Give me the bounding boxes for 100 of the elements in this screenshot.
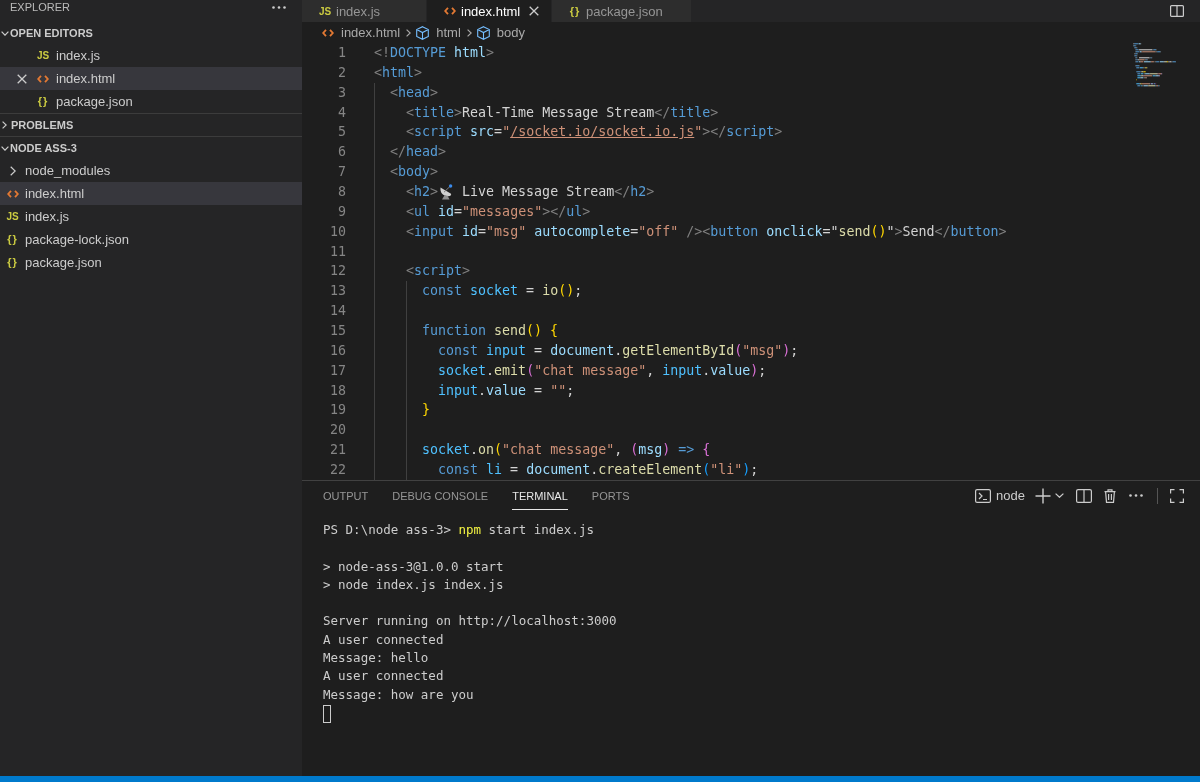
- terminal-line: PS D:\node ass-3> npm start index.js: [323, 521, 595, 539]
- editor-tab[interactable]: {} package.json: [552, 0, 692, 22]
- minimap[interactable]: [1133, 43, 1177, 87]
- line-number: 6: [337, 143, 346, 162]
- code-line: <h2>: [406, 183, 439, 201]
- line-number: 15: [329, 322, 346, 341]
- code-line: <script src="/socket.io/socket.io.js"></script>: [406, 123, 783, 142]
- terminal-line: > node index.js index.js: [323, 575, 505, 594]
- explorer-title: EXPLORER: [10, 1, 70, 13]
- line-number: 11: [329, 242, 346, 261]
- maximize-icon[interactable]: [1170, 488, 1184, 503]
- line-number: 12: [329, 262, 346, 281]
- line-number: 21: [329, 441, 346, 460]
- line-number: 5: [337, 123, 346, 142]
- code-link[interactable]: /socket.io/socket.io.js: [510, 124, 695, 140]
- line-number: 18: [329, 381, 346, 400]
- braces-icon: {}: [7, 234, 18, 245]
- add-icon[interactable]: [1035, 487, 1051, 504]
- line-number: 3: [337, 83, 346, 102]
- js-icon: JS: [36, 50, 50, 61]
- code-line: <title>Real-Time Message Stream</title>: [406, 103, 719, 122]
- line-number: 16: [329, 341, 346, 360]
- code-line: <body>: [390, 163, 439, 182]
- close-icon[interactable]: [529, 6, 540, 16]
- panel-tab[interactable]: OUTPUT: [323, 481, 369, 510]
- chevron-down-icon[interactable]: [1055, 493, 1064, 498]
- terminal-line: Message: how are you: [323, 685, 475, 704]
- terminal-line: A user connected: [323, 630, 445, 649]
- cube-icon: [476, 25, 490, 40]
- terminal-line: > node-ass-3@1.0.0 start: [323, 557, 505, 576]
- line-number: 2: [337, 63, 346, 82]
- file-item[interactable]: node_modules: [0, 159, 302, 182]
- line-number: 14: [329, 302, 346, 321]
- line-number: 1: [337, 44, 346, 62]
- chevron-right-icon: [406, 28, 412, 37]
- code-line: </head>: [390, 143, 447, 162]
- cube-icon: [416, 25, 430, 40]
- editor-tab[interactable]: JS index.js: [302, 0, 427, 22]
- terminal-line: Message: hello: [323, 649, 430, 668]
- close-icon[interactable]: [17, 73, 27, 84]
- braces-icon: {}: [569, 5, 581, 17]
- file-item[interactable]: {} package.json: [0, 90, 302, 113]
- panel-tab[interactable]: PORTS: [591, 481, 630, 510]
- line-number: 20: [329, 421, 346, 440]
- split-icon[interactable]: [1076, 488, 1092, 503]
- js-icon: JS: [6, 211, 19, 222]
- line-number: 9: [337, 202, 346, 221]
- breadcrumb[interactable]: html: [416, 25, 461, 40]
- section-header[interactable]: OPEN EDITORS: [0, 22, 302, 44]
- more-icon[interactable]: [272, 5, 286, 9]
- breadcrumb[interactable]: body: [476, 25, 525, 40]
- trash-icon[interactable]: [1104, 488, 1116, 503]
- line-number: 22: [329, 461, 346, 480]
- braces-icon: {}: [37, 96, 49, 107]
- js-icon: JS: [318, 5, 332, 17]
- code-line: <input id="msg" autocomplete="off" /><button onclick="send()">Send</button>: [406, 222, 1007, 241]
- code-line: socket.on("chat message", (msg) => {: [422, 441, 711, 460]
- file-item[interactable]: {} package-lock.json: [0, 228, 302, 251]
- split-editor-icon[interactable]: [1170, 5, 1184, 17]
- code-line: <html>: [374, 63, 423, 82]
- code-line: <!DOCTYPE html>: [374, 44, 495, 62]
- code-line: }: [422, 401, 431, 420]
- section-header[interactable]: NODE ASS-3: [0, 137, 302, 159]
- braces-icon: {}: [7, 257, 18, 268]
- code-line: socket.emit("chat message", input.value);: [438, 361, 767, 380]
- code-line: <script>: [406, 262, 471, 281]
- line-number: 4: [337, 103, 346, 122]
- line-number: 7: [337, 163, 346, 182]
- file-item[interactable]: {} package.json: [0, 251, 302, 274]
- angle-brackets-icon: [444, 7, 456, 15]
- code-line: <head>: [390, 83, 439, 102]
- angle-brackets-icon: [37, 74, 49, 83]
- code-line: input.value = "";: [438, 381, 575, 400]
- file-item[interactable]: index.html: [0, 182, 302, 205]
- editor-tab[interactable]: index.html: [427, 0, 552, 22]
- terminal-icon: [975, 488, 992, 503]
- angle-brackets-icon: [322, 28, 334, 37]
- line-number: 8: [337, 183, 346, 201]
- panel-tab[interactable]: DEBUG CONSOLE: [392, 481, 489, 510]
- code-line: function send() {: [422, 322, 559, 341]
- file-item[interactable]: JS index.js: [0, 44, 302, 67]
- line-number: 10: [329, 222, 346, 241]
- line-number: 13: [329, 282, 346, 301]
- satellite-dish-icon: [439, 183, 454, 200]
- section-header[interactable]: PROBLEMS: [0, 114, 302, 136]
- file-item[interactable]: JS index.js: [0, 205, 302, 228]
- text-cursor-icon: [323, 704, 331, 723]
- more-icon[interactable]: [1129, 494, 1143, 497]
- terminal-line: Server running on http://localhost:3000: [323, 612, 618, 631]
- angle-brackets-icon: [6, 189, 19, 198]
- file-item[interactable]: index.html: [0, 67, 302, 90]
- line-number: 17: [329, 361, 346, 380]
- code-line: const li = document.createElement("li");: [438, 461, 759, 480]
- terminal-line: A user connected: [323, 667, 445, 686]
- terminal-selector[interactable]: node: [975, 488, 1025, 503]
- code-line: const input = document.getElementById("msg");: [438, 341, 799, 360]
- breadcrumb[interactable]: index.html: [322, 25, 401, 40]
- code-line: <ul id="messages"></ul>: [406, 202, 591, 221]
- code-line: Live Message Stream</h2>: [461, 183, 655, 201]
- panel-tab[interactable]: TERMINAL: [512, 481, 568, 510]
